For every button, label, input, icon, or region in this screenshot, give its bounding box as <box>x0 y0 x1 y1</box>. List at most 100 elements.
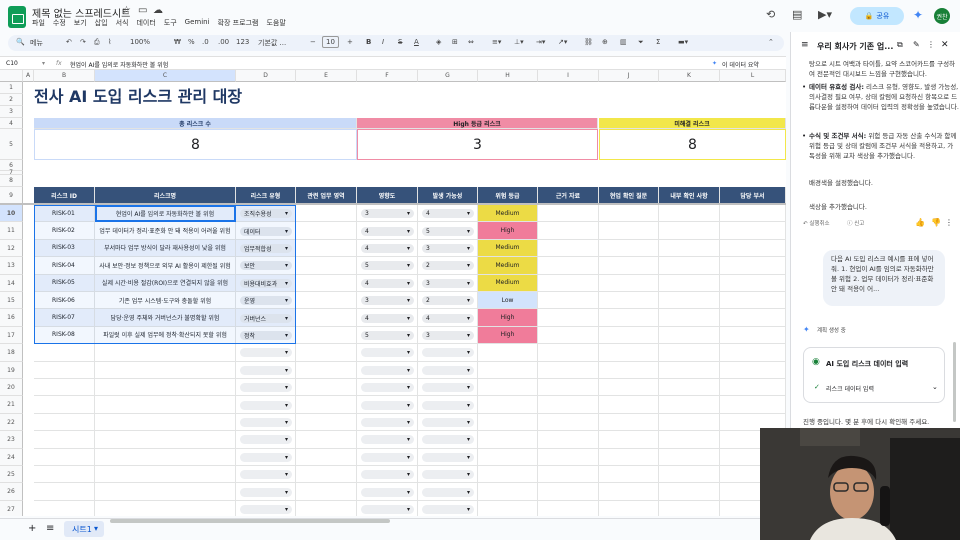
dropdown-chip[interactable]: ▾ <box>240 452 292 462</box>
table-cell[interactable] <box>599 309 659 327</box>
dropdown-chip[interactable]: 2 ▾ <box>422 296 474 306</box>
dropdown-chip[interactable]: 2 ▾ <box>422 261 474 271</box>
increase-decimal-button[interactable]: .00 <box>218 38 229 46</box>
text-color-icon[interactable]: A <box>414 38 419 46</box>
search-icon[interactable]: 🔍 <box>16 38 25 46</box>
table-cell[interactable] <box>95 500 236 516</box>
column-header[interactable]: K <box>659 70 720 82</box>
table-cell[interactable] <box>538 361 599 379</box>
star-icon[interactable]: ☆ <box>122 5 131 16</box>
table-cell[interactable] <box>659 257 720 275</box>
table-cell[interactable] <box>296 222 357 240</box>
percent-button[interactable]: % <box>188 38 195 46</box>
row-header[interactable]: 26 <box>0 483 23 501</box>
dropdown-chip[interactable]: ▾ <box>422 435 474 445</box>
table-cell[interactable]: High <box>478 309 538 327</box>
table-cell[interactable] <box>478 466 538 484</box>
table-cell[interactable] <box>34 466 95 484</box>
table-cell[interactable] <box>478 361 538 379</box>
table-cell[interactable] <box>95 431 236 449</box>
column-header[interactable]: I <box>538 70 599 82</box>
row-header[interactable]: 25 <box>0 466 23 484</box>
table-cell[interactable] <box>296 379 357 397</box>
sheets-logo-icon[interactable] <box>8 6 26 28</box>
table-cell[interactable] <box>296 431 357 449</box>
collapse-toolbar-icon[interactable]: ⌃ <box>768 38 774 46</box>
row-header[interactable]: 18 <box>0 344 23 362</box>
formula-input[interactable]: 현업이 AI를 임의로 자동화하만 볼 위험 <box>70 60 168 69</box>
name-box-dropdown-icon[interactable]: ▾ <box>42 60 45 67</box>
more-icon[interactable]: ⋮ <box>927 40 935 49</box>
table-cell[interactable] <box>659 361 720 379</box>
open-external-icon[interactable]: ⧉ <box>897 40 903 50</box>
table-cell[interactable] <box>720 205 786 223</box>
table-cell[interactable] <box>296 500 357 516</box>
menu-item[interactable]: 도움말 <box>266 18 285 28</box>
dropdown-chip[interactable]: ▾ <box>422 348 474 358</box>
chart-icon[interactable]: ▥ <box>620 38 627 46</box>
table-cell[interactable] <box>599 483 659 501</box>
horizontal-scrollbar[interactable] <box>110 519 390 523</box>
table-cell[interactable] <box>659 222 720 240</box>
menu-item[interactable]: 데이터 <box>136 18 155 28</box>
row-header[interactable]: 21 <box>0 396 23 414</box>
table-cell[interactable] <box>34 448 95 466</box>
dropdown-chip[interactable]: ▾ <box>361 452 414 462</box>
row-header[interactable]: 2 <box>0 94 23 106</box>
table-cell[interactable] <box>538 483 599 501</box>
table-cell[interactable] <box>538 257 599 275</box>
fill-color-icon[interactable]: ◈ <box>436 38 441 46</box>
table-cell[interactable] <box>34 413 95 432</box>
row-header[interactable]: 5 <box>0 129 23 160</box>
row-header[interactable]: 20 <box>0 379 23 397</box>
table-cell[interactable] <box>296 205 357 223</box>
table-cell[interactable] <box>659 239 720 258</box>
align-icon[interactable]: ≡▾ <box>492 38 501 46</box>
table-cell[interactable] <box>296 326 357 345</box>
table-cell[interactable]: Medium <box>478 257 538 275</box>
dropdown-chip[interactable]: ▾ <box>361 505 414 514</box>
decrease-decimal-button[interactable]: .0 <box>202 38 209 46</box>
dropdown-chip[interactable]: ▾ <box>361 487 414 497</box>
table-cell[interactable] <box>296 309 357 327</box>
menu-item[interactable]: 서식 <box>116 18 129 28</box>
row-header[interactable]: 13 <box>0 257 23 275</box>
table-cell[interactable] <box>296 292 357 310</box>
table-cell[interactable] <box>659 274 720 292</box>
table-cell[interactable] <box>720 257 786 275</box>
column-header[interactable]: E <box>296 70 357 82</box>
table-cell[interactable] <box>538 292 599 310</box>
table-cell[interactable] <box>659 344 720 362</box>
merge-icon[interactable]: ⇔ <box>468 38 474 46</box>
dropdown-chip[interactable]: ▾ <box>361 348 414 358</box>
font-minus-icon[interactable]: − <box>310 38 316 46</box>
dropdown-chip[interactable]: ▾ <box>361 435 414 445</box>
table-cell[interactable] <box>95 448 236 466</box>
sheet-tab[interactable]: 시트1 ▾ <box>64 521 104 537</box>
table-cell[interactable] <box>659 466 720 484</box>
table-cell[interactable] <box>659 379 720 397</box>
table-cell[interactable] <box>95 344 236 362</box>
table-cell[interactable] <box>95 466 236 484</box>
more-options-icon[interactable]: ⋮ <box>945 218 953 227</box>
table-cell[interactable] <box>296 448 357 466</box>
edit-icon[interactable]: ✎ <box>913 40 920 49</box>
table-cell[interactable] <box>599 222 659 240</box>
summarize-data-button[interactable]: 이 데이터 요약 <box>722 60 759 69</box>
comment-icon[interactable]: ▤ <box>792 8 802 21</box>
table-cell[interactable] <box>720 274 786 292</box>
row-header[interactable]: 3 <box>0 106 23 118</box>
table-cell[interactable] <box>95 483 236 501</box>
table-cell[interactable] <box>659 413 720 432</box>
dropdown-chip[interactable]: 3 ▾ <box>422 278 474 288</box>
dropdown-chip[interactable]: ▾ <box>240 383 292 393</box>
table-icon[interactable]: ▬▾ <box>678 38 688 46</box>
menu-item[interactable]: 확장 프로그램 <box>218 18 259 28</box>
spreadsheet-grid[interactable]: A B C D E F G H I J K L 1 2 3 4 5 6 7 8 9 10 11 12 13 14 15 16 17 18 1… <box>0 70 786 516</box>
add-sheet-button[interactable]: + <box>28 523 36 534</box>
borders-icon[interactable]: ⊞ <box>452 38 458 46</box>
column-header[interactable]: G <box>418 70 478 82</box>
row-header[interactable]: 23 <box>0 431 23 449</box>
sheet-tab-menu-icon[interactable]: ▾ <box>94 524 98 533</box>
name-box[interactable]: C10 <box>6 60 18 67</box>
